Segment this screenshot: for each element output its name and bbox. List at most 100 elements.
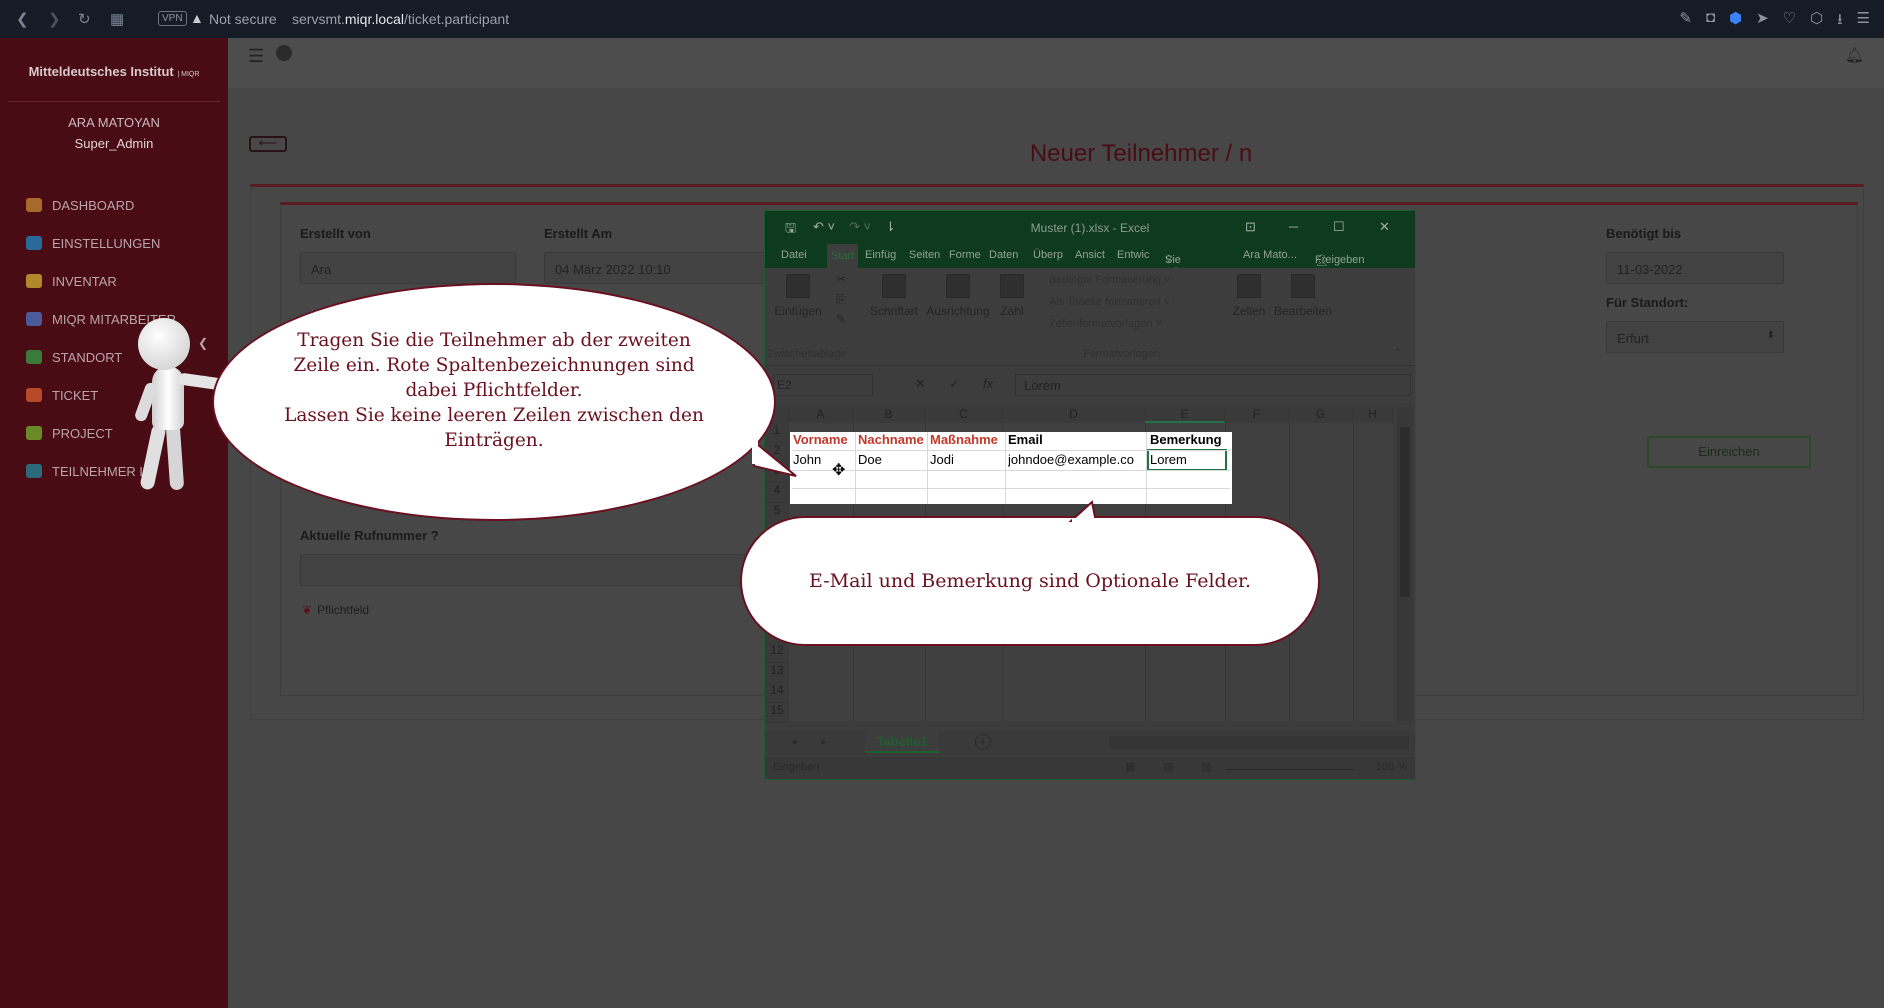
address-bar[interactable]: servsmt.miqr.local/ticket.participant (292, 11, 509, 27)
benoetigt-date-field[interactable]: 11-03-2022 (1606, 252, 1784, 284)
forward-icon[interactable]: ❯ (48, 10, 61, 28)
camera-icon[interactable]: ◘ (1706, 9, 1715, 34)
reload-icon[interactable]: ↻ (78, 10, 91, 28)
row-header[interactable]: 15 (765, 703, 789, 723)
format-painter-icon[interactable]: ✎ (831, 312, 851, 326)
brand-logo[interactable]: Mitteldeutsches Institut | MIQR (0, 64, 228, 79)
header-cell-massnahme[interactable]: Maßnahme (930, 432, 1006, 447)
prev-sheet-icon[interactable]: ◂ (791, 735, 797, 748)
paste-button[interactable]: Einfügen (773, 274, 823, 318)
row-header[interactable]: 14 (765, 683, 789, 703)
not-secure-label[interactable]: Not secure (209, 11, 277, 27)
submit-button[interactable]: Einreichen (1647, 436, 1811, 468)
tab-ueberpruefen[interactable]: Überp (1033, 249, 1063, 261)
benoetigt-label: Benötigt bis (1606, 226, 1682, 241)
column-header[interactable]: A (789, 407, 853, 423)
send-icon[interactable]: ➤ (1756, 9, 1769, 34)
status-mode: Eingeben (773, 761, 820, 773)
page-break-icon[interactable]: ▥ (1201, 760, 1211, 773)
cond-format-button[interactable]: Bedingte Formatierung ˅ (1049, 274, 1170, 286)
sidebar-item-dashboard[interactable]: DASHBOARD (26, 186, 226, 224)
row-header[interactable]: 12 (765, 643, 789, 663)
cube-icon[interactable]: ⬡ (1810, 9, 1823, 34)
maximize-icon[interactable]: ☐ (1333, 219, 1345, 235)
function-icon[interactable]: fx (983, 376, 993, 391)
header-cell-email[interactable]: Email (1008, 432, 1148, 447)
edit-button[interactable]: Bearbeiten (1273, 274, 1333, 318)
as-table-button[interactable]: Als Tabelle formatieren ˅ (1049, 296, 1170, 308)
shield-icon[interactable]: ⬢ (1729, 9, 1742, 34)
cell-b2[interactable]: Doe (858, 452, 928, 467)
header-cell-vorname[interactable]: Vorname (793, 432, 855, 447)
normal-view-icon[interactable]: ▦ (1125, 760, 1135, 773)
column-header[interactable]: H (1353, 407, 1393, 423)
vertical-scrollbar[interactable] (1397, 407, 1413, 721)
bell-icon[interactable]: 🔔︎ (1845, 46, 1864, 64)
formula-input[interactable]: Lorem (1015, 374, 1411, 396)
ribbon-display-icon[interactable]: ⊡ (1245, 219, 1256, 235)
minimize-icon[interactable]: ─ (1289, 219, 1298, 234)
zoom-level[interactable]: 100 % (1376, 761, 1407, 773)
excel-titlebar: 🖫︎ ↶ ˅ ↷ ˅ ⇂ Muster (1).xlsx - Excel ⊡ ─… (765, 211, 1415, 244)
tab-einfuegen[interactable]: Einfüg (865, 249, 896, 261)
enter-icon[interactable]: ✓ (949, 376, 960, 392)
alignment-button[interactable]: Ausrichtung (925, 274, 991, 318)
header-cell-nachname[interactable]: Nachname (858, 432, 928, 447)
sidebar-item-einstellungen[interactable]: EINSTELLUNGEN (26, 224, 226, 262)
cell-d2[interactable]: johndoe@example.co (1008, 452, 1148, 467)
vpn-badge[interactable]: VPN (158, 11, 187, 26)
column-header[interactable]: C (925, 407, 1003, 423)
copy-icon[interactable]: ⎘ (831, 292, 851, 307)
next-sheet-icon[interactable]: ▸ (821, 735, 827, 748)
collapse-ribbon-icon[interactable]: ⌃ (1393, 346, 1402, 359)
tab-seiten[interactable]: Seiten (909, 249, 940, 261)
close-icon[interactable]: ✕ (1379, 219, 1390, 235)
font-button[interactable]: Schriftart (869, 274, 919, 318)
globe-icon[interactable] (276, 45, 292, 61)
cancel-icon[interactable]: ✕ (915, 376, 926, 392)
header-cell-bemerkung[interactable]: Bemerkung (1150, 432, 1228, 447)
erstellt-am-field[interactable]: 04 März 2022 10:10 (544, 252, 774, 284)
cells-button[interactable]: Zellen (1229, 274, 1269, 318)
menu-icon[interactable]: ☰ (1857, 9, 1870, 34)
column-header[interactable]: D (1003, 407, 1145, 423)
tab-ansicht[interactable]: Ansict (1075, 249, 1105, 261)
column-header[interactable]: E (1145, 407, 1225, 423)
heart-icon[interactable]: ♡ (1783, 9, 1796, 34)
tab-entwickler[interactable]: Entwic (1117, 249, 1149, 261)
zoom-slider[interactable] (1225, 769, 1355, 770)
cut-icon[interactable]: ✂ (831, 272, 851, 286)
column-header[interactable]: G (1289, 407, 1353, 423)
number-button[interactable]: Zahl (997, 274, 1027, 318)
tab-datei[interactable]: Datei (781, 249, 807, 261)
cell-a2[interactable]: John (793, 452, 855, 467)
number-label: Zahl (1000, 304, 1024, 318)
column-header[interactable]: B (853, 407, 925, 423)
edit-icon[interactable]: ✎ (1679, 9, 1692, 34)
scroll-thumb[interactable] (1400, 427, 1410, 597)
horizontal-scrollbar[interactable] (1109, 736, 1409, 750)
column-header[interactable]: F (1225, 407, 1289, 423)
download-icon[interactable]: ⭳ (1837, 9, 1842, 34)
hamburger-icon[interactable]: ☰ (248, 46, 264, 67)
callout-tail-2 (1068, 500, 1102, 522)
name-box[interactable]: E2 (773, 374, 873, 396)
tab-formeln[interactable]: Forme (949, 249, 981, 261)
tabs-grid-icon[interactable]: ▦ (110, 10, 124, 28)
page-layout-icon[interactable]: ▤ (1163, 760, 1173, 773)
standort-select[interactable]: Erfurt ⬍ (1606, 321, 1784, 353)
back-icon[interactable]: ❮ (16, 10, 29, 28)
font-icon (882, 274, 906, 298)
tab-start[interactable]: Start (827, 244, 859, 268)
row-header[interactable]: 4 (765, 483, 789, 503)
cell-c2[interactable]: Jodi (930, 452, 1006, 467)
add-sheet-icon[interactable]: + (975, 734, 991, 750)
sidebar-item-inventar[interactable]: INVENTAR (26, 262, 226, 300)
rufnummer-field[interactable] (300, 554, 796, 586)
tab-daten[interactable]: Daten (989, 249, 1018, 261)
cell-styles-button[interactable]: Zellenformatvorlagen ˅ (1049, 318, 1162, 330)
row-header[interactable]: 13 (765, 663, 789, 683)
account-name[interactable]: Ara Mato... (1243, 249, 1297, 261)
sheet-tab[interactable]: Tabelle1 (865, 731, 939, 753)
erstellt-von-field[interactable]: Ara (300, 252, 516, 284)
